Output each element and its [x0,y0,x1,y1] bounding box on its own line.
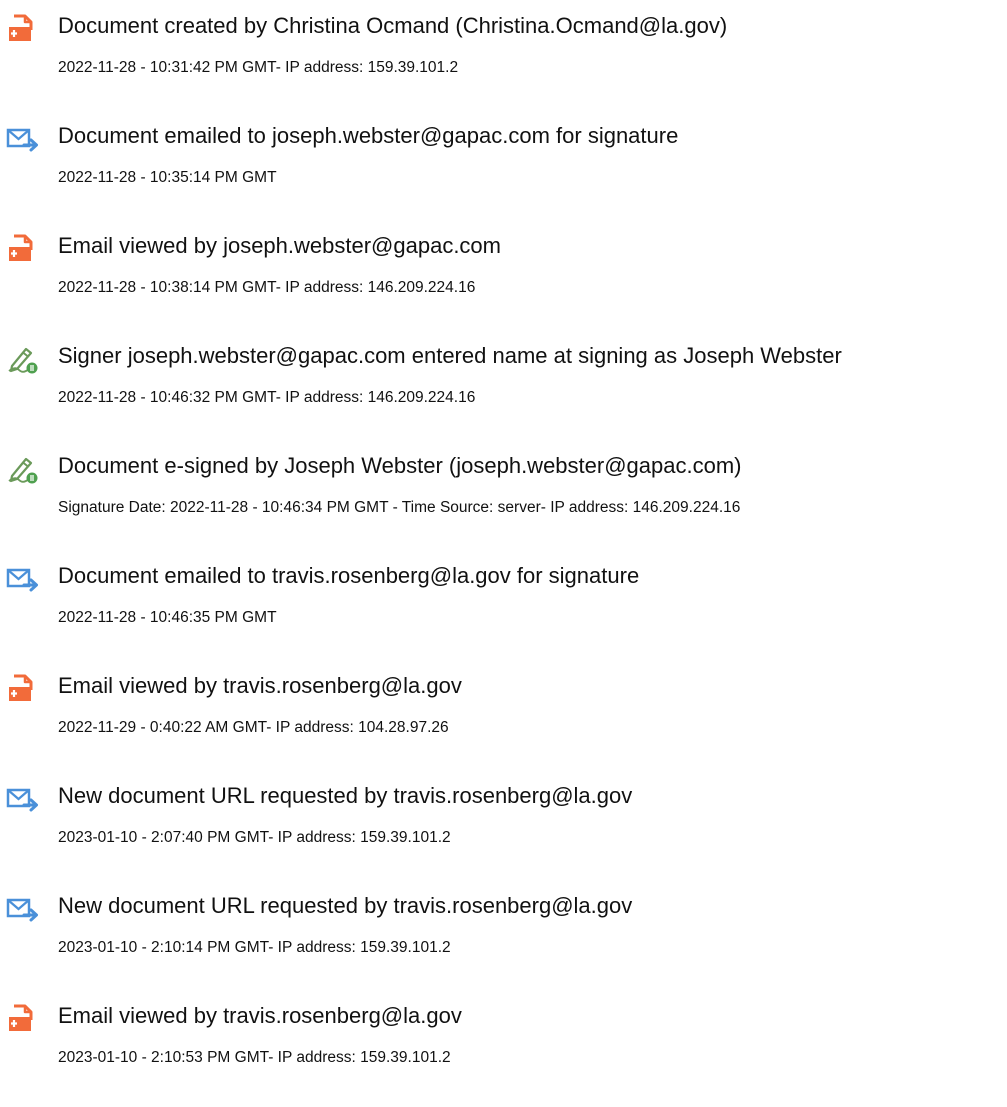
email-viewed-icon [6,674,42,704]
event-detail: 2022-11-28 - 10:46:32 PM GMT- IP address… [58,389,476,406]
event-title: Signer joseph.webster@gapac.com entered … [58,343,842,368]
history-event: Email viewed by joseph.webster@gapac.com… [0,226,1007,316]
event-title: New document URL requested by travis.ros… [58,783,633,808]
history-event: Email viewed by travis.rosenberg@la.gov … [0,666,1007,756]
history-event: New document URL requested by travis.ros… [0,776,1007,866]
event-detail: 2022-11-29 - 0:40:22 AM GMT- IP address:… [58,719,449,736]
event-title: Document emailed to travis.rosenberg@la.… [58,563,640,588]
event-detail: 2023-01-10 - 2:07:40 PM GMT- IP address:… [58,829,451,846]
signature-icon [6,454,42,484]
history-event: Email viewed by travis.rosenberg@la.gov … [0,996,1007,1086]
event-detail: 2022-11-28 - 10:38:14 PM GMT- IP address… [58,279,476,296]
event-title: Document e-signed by Joseph Webster (jos… [58,453,742,478]
event-detail: Signature Date: 2022-11-28 - 10:46:34 PM… [58,499,741,516]
email-sent-icon [6,784,42,814]
event-detail: 2023-01-10 - 2:10:53 PM GMT- IP address:… [58,1049,451,1066]
event-title: New document URL requested by travis.ros… [58,893,633,918]
event-detail: 2022-11-28 - 10:46:35 PM GMT [58,609,277,626]
email-sent-icon [6,124,42,154]
email-sent-icon [6,894,42,924]
event-detail: 2022-11-28 - 10:31:42 PM GMT- IP address… [58,59,459,76]
history-event: Signer joseph.webster@gapac.com entered … [0,336,1007,426]
event-title: Email viewed by travis.rosenberg@la.gov [58,673,462,698]
event-title: Document created by Christina Ocmand (Ch… [58,13,728,38]
history-event: Document created by Christina Ocmand (Ch… [0,6,1007,96]
history-event: Document e-signed by Joseph Webster (jos… [0,446,1007,536]
signature-icon [6,344,42,374]
event-detail: 2022-11-28 - 10:35:14 PM GMT [58,169,277,186]
document-created-icon [6,14,42,44]
event-title: Email viewed by travis.rosenberg@la.gov [58,1003,462,1028]
email-sent-icon [6,564,42,594]
email-viewed-icon [6,234,42,264]
event-detail: 2023-01-10 - 2:10:14 PM GMT- IP address:… [58,939,451,956]
history-event: Document emailed to travis.rosenberg@la.… [0,556,1007,646]
event-title: Email viewed by joseph.webster@gapac.com [58,233,501,258]
email-viewed-icon [6,1004,42,1034]
history-event: Document emailed to joseph.webster@gapac… [0,116,1007,206]
history-event: New document URL requested by travis.ros… [0,886,1007,976]
event-title: Document emailed to joseph.webster@gapac… [58,123,679,148]
